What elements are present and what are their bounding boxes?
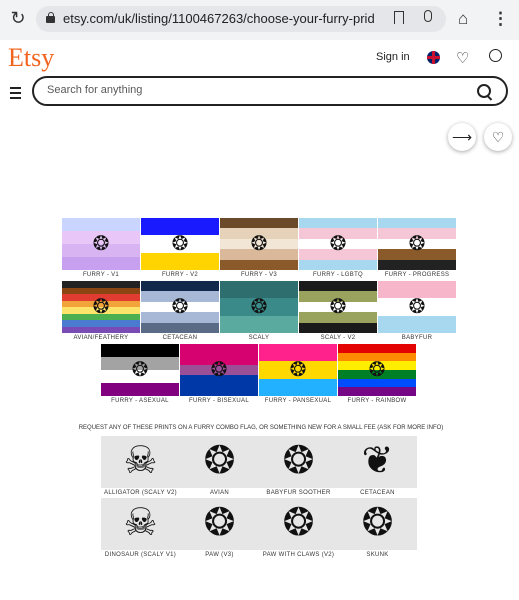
flag-tile: ❂	[259, 344, 337, 396]
flag-caption: Furry - V3	[240, 272, 278, 278]
lock-icon	[46, 12, 55, 23]
alligator-foot-icon: ☠	[123, 440, 158, 482]
flag-caption: Furry - V1	[82, 272, 120, 278]
flag-caption: Furry - V2	[161, 272, 199, 278]
flag-caption: Furry - Pansexual	[264, 398, 332, 404]
paw-icon: ❂	[250, 233, 268, 255]
flag-tile: ❂	[299, 218, 377, 270]
home-icon[interactable]: ⌂	[458, 9, 468, 29]
pacifier-paw-icon: ❂	[282, 440, 315, 482]
flag-tile: ❂	[338, 344, 416, 396]
print-caption: Cetacean	[360, 490, 395, 496]
pride-paw-icon: ❂	[329, 233, 347, 255]
paw-claws-icon: ❂	[282, 502, 315, 544]
paw-icon: ❂	[171, 233, 189, 255]
search-bar[interactable]	[32, 76, 508, 106]
flag-tile: ❂	[378, 218, 456, 270]
skunk-paw-icon: ❂	[361, 502, 394, 544]
flag-tile: ❂	[62, 218, 140, 270]
flag-tile: ❂	[180, 344, 258, 396]
dino-foot-icon: ☠	[123, 502, 158, 544]
cart-icon[interactable]	[489, 49, 502, 62]
flag-caption: Avian/Feathery	[73, 335, 129, 341]
uk-flag-icon[interactable]	[427, 51, 440, 64]
browser-toolbar: ↻ etsy.com/uk/listing/1100467263/choose-…	[0, 0, 519, 40]
print-caption: Alligator (Scaly V2)	[104, 490, 177, 496]
print-caption: Dinosaur (Scaly V1)	[104, 552, 177, 558]
print-caption: Paw (V3)	[205, 552, 234, 558]
etsy-logo[interactable]: Etsy	[8, 43, 54, 73]
flag-caption: Scaly	[248, 335, 270, 341]
search-icon[interactable]	[477, 84, 491, 98]
pacifier-paw-icon: ❂	[408, 296, 426, 318]
paw-icon: ❂	[131, 359, 149, 381]
flag-tile: ❂	[141, 281, 219, 333]
print-caption: Avian	[209, 490, 230, 496]
bird-foot-icon: ❂	[92, 296, 110, 318]
flag-tile: ❂	[62, 281, 140, 333]
hamburger-menu-icon[interactable]	[10, 87, 21, 102]
flag-caption: Cetacean	[162, 335, 198, 341]
flag-caption: Furry - LGBTQ	[312, 272, 364, 278]
flag-tile: ❂	[378, 281, 456, 333]
menu-dots-icon[interactable]: ⋮	[492, 9, 509, 29]
print-caption: Skunk	[366, 552, 389, 558]
paw-icon: ❂	[92, 233, 110, 255]
share-icon: ⟶	[451, 129, 473, 145]
url-text[interactable]: etsy.com/uk/listing/1100467263/choose-yo…	[63, 11, 383, 26]
print-caption: Babyfur Soother	[266, 490, 331, 496]
flag-caption: Furry - Asexual	[111, 398, 169, 404]
flag-tile: ❂	[220, 281, 298, 333]
flag-caption: Furry - Progress	[384, 272, 450, 278]
share-button[interactable]: ⟶	[448, 123, 476, 151]
dino-foot-icon: ❂	[329, 296, 347, 318]
whale-tail-icon: ❦	[361, 440, 394, 482]
paw-icon: ❂	[289, 359, 307, 381]
bird-foot-icon: ❂	[203, 440, 236, 482]
paw-icon: ❂	[203, 502, 236, 544]
site-header: Etsy Sign in ♡	[0, 40, 519, 114]
flag-caption: Babyfur	[401, 335, 433, 341]
flag-tile: ❂	[141, 218, 219, 270]
mic-icon[interactable]	[424, 10, 432, 22]
flag-caption: Furry - Bisexual	[189, 398, 249, 404]
heart-icon: ♡	[491, 129, 505, 145]
flag-tile: ❂	[299, 281, 377, 333]
flag-tile: ❂	[101, 344, 179, 396]
paw-icon: ❂	[368, 359, 386, 381]
flag-caption: Scaly - V2	[320, 335, 356, 341]
favorites-heart-icon[interactable]: ♡	[456, 49, 469, 67]
search-input[interactable]	[45, 83, 469, 97]
flag-caption: Furry - Rainbow	[347, 398, 407, 404]
print-caption: Paw with Claws (V2)	[262, 552, 335, 558]
whale-tail-icon: ❂	[171, 296, 189, 318]
bookmark-icon[interactable]	[394, 11, 404, 24]
sign-in-link[interactable]: Sign in	[376, 51, 410, 63]
paw-icon: ❂	[210, 359, 228, 381]
address-bar[interactable]: etsy.com/uk/listing/1100467263/choose-yo…	[36, 6, 446, 32]
reload-icon[interactable]: ↻	[8, 8, 28, 28]
flag-tile: ❂	[220, 218, 298, 270]
request-note: Request any of these prints on a furry c…	[78, 425, 444, 431]
lizard-foot-icon: ❂	[250, 296, 268, 318]
pride-paw-icon: ❂	[408, 233, 426, 255]
favorite-button[interactable]: ♡	[484, 123, 512, 151]
